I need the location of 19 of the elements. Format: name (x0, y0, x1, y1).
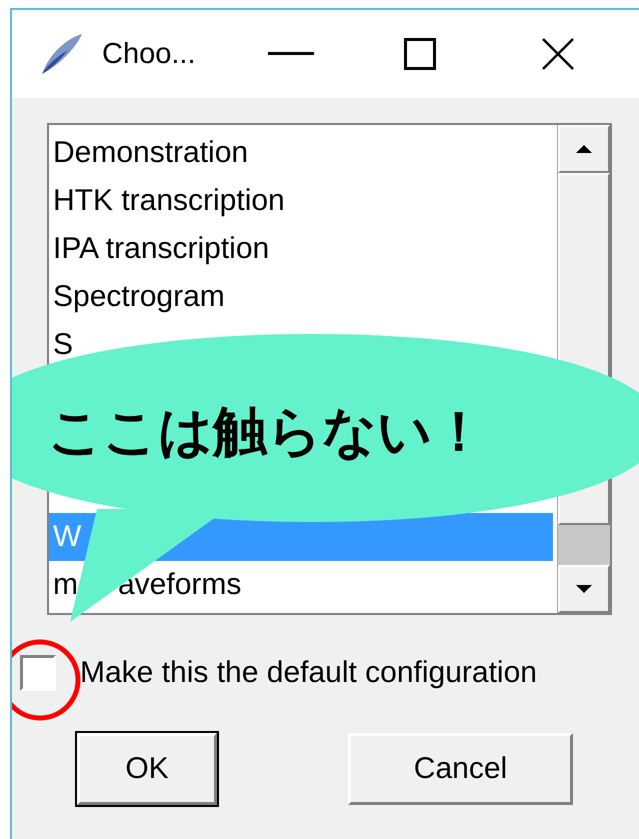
scroll-track[interactable] (558, 525, 610, 565)
scroll-up-button[interactable] (558, 125, 610, 173)
maximize-icon[interactable] (404, 38, 436, 70)
list-item[interactable]: Spectrogram (49, 273, 553, 321)
window-title: Choo... (102, 38, 196, 70)
list-item[interactable]: HTK transcription (49, 177, 553, 225)
up-arrow-icon (576, 145, 592, 153)
close-icon[interactable] (542, 38, 574, 70)
callout-text: ここは触らない！ (48, 398, 486, 465)
checkbox-label: Make this the default configuration (80, 656, 537, 690)
list-item[interactable]: IPA transcription (49, 225, 553, 273)
dialog-button[interactable]: Cancel (348, 733, 573, 805)
list-item[interactable]: Demonstration (49, 129, 553, 177)
checkbox[interactable] (20, 655, 56, 691)
dialog-button[interactable]: OK (77, 733, 217, 805)
minimize-icon[interactable] (268, 52, 314, 56)
scroll-down-button[interactable] (558, 565, 610, 613)
down-arrow-icon (576, 585, 592, 593)
list-item[interactable]: m aveforms (49, 561, 553, 609)
